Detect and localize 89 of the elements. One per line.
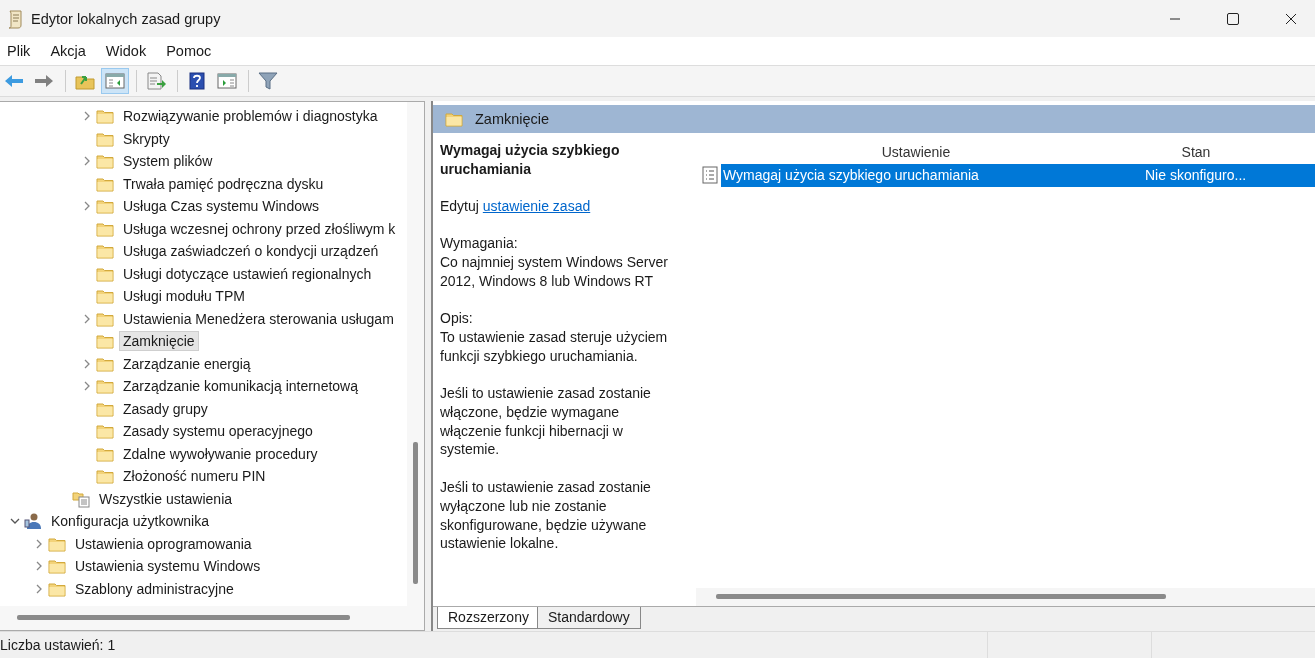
tree-item[interactable]: Trwała pamięć podręczna dysku [119, 173, 328, 194]
folder-icon [96, 243, 114, 260]
folder-icon [96, 130, 114, 147]
tree-item[interactable]: Zdalne wywoływanie procedury [119, 443, 322, 464]
folder-icon [96, 175, 114, 192]
chevron-right-icon[interactable] [34, 561, 44, 572]
chevron-right-icon[interactable] [82, 358, 92, 369]
folder-icon [96, 468, 114, 485]
tree-item[interactable]: Złożoność numeru PIN [119, 466, 270, 487]
tree-item[interactable]: Zarządzanie energią [119, 353, 255, 374]
close-icon[interactable] [1285, 12, 1297, 25]
tree-item[interactable]: Ustawienia systemu Windows [71, 556, 265, 577]
tree-item[interactable]: Ustawienia Menedżera sterowania usługam [119, 308, 398, 329]
filter-icon [258, 72, 278, 90]
chevron-right-icon[interactable] [82, 381, 92, 392]
description-text: Jeśli to ustawienie zasad zostanie wyłączone lub nie zostanie skonfigurowane, będzie używane ustawienie lokalne. [440, 478, 652, 553]
tree-item[interactable]: Usługa Czas systemu Windows [119, 196, 324, 217]
description-text: To ustawienie zasad steruje użyciem funkcji szybkiego uruchamiania. [440, 327, 669, 366]
back-arrow-icon [4, 73, 24, 89]
menu-item[interactable]: Plik [0, 43, 38, 59]
menu-item[interactable]: Akcja [43, 43, 93, 59]
tree-item[interactable]: Usługi dotyczące ustawień regionalnych [119, 263, 376, 284]
setting-row[interactable]: Wymagaj użycia szybkiego uruchamiania Nie skonfiguro... [721, 163, 1315, 187]
pane-icon [105, 73, 125, 89]
setting-icon [702, 166, 718, 184]
tree-item[interactable]: Zamknięcie [119, 331, 199, 352]
folder-icon [96, 310, 114, 327]
column-header[interactable]: Ustawienie [696, 144, 1136, 160]
folder-icon [96, 153, 114, 170]
section-title: Zamknięcie [475, 111, 550, 127]
folder-icon [96, 108, 114, 125]
column-header[interactable]: Stan [1136, 144, 1256, 160]
forward-arrow-icon [34, 73, 54, 89]
chevron-right-icon[interactable] [82, 156, 92, 167]
settings-list-icon [72, 489, 90, 508]
tree-item[interactable]: Usługa zaświadczeń o kondycji urządzeń [119, 241, 383, 262]
maximize-icon[interactable] [1227, 12, 1239, 25]
scrollbar-thumb[interactable] [413, 442, 418, 584]
scrollbar-thumb[interactable] [716, 594, 1166, 599]
tree-item[interactable]: Skrypty [119, 128, 174, 149]
tree-item[interactable]: Usługa wczesnej ochrony przed złośliwym k [119, 218, 400, 239]
requirements-label: Wymagania: [440, 234, 519, 253]
tree-item[interactable]: Szablony administracyjne [71, 578, 238, 599]
tree-item[interactable]: System plików [119, 151, 217, 172]
folder-icon [96, 378, 114, 395]
folder-icon [96, 288, 114, 305]
view-tab[interactable]: Standardowy [536, 607, 641, 629]
tree-item[interactable]: Zasady grupy [119, 398, 212, 419]
tree-item[interactable]: Usługi modułu TPM [119, 286, 249, 307]
chevron-right-icon[interactable] [82, 313, 92, 324]
tree-item[interactable]: Wszystkie ustawienia [95, 488, 237, 509]
export-list-icon [146, 72, 166, 90]
folder-icon [96, 333, 114, 350]
folder-icon [48, 558, 66, 575]
help-icon [189, 72, 205, 90]
folder-icon [48, 535, 66, 552]
folder-icon [96, 265, 114, 282]
tree-item[interactable]: Zasady systemu operacyjnego [119, 421, 317, 442]
tree-item[interactable]: Rozwiązywanie problemów i diagnostyka [119, 106, 382, 127]
status-text: Liczba ustawień: 1 [0, 637, 117, 653]
menu-item[interactable]: Pomoc [159, 43, 219, 59]
tree-item[interactable]: Konfiguracja użytkownika [47, 511, 213, 532]
tree-item[interactable]: Zarządzanie komunikacją internetową [119, 376, 362, 397]
policy-setting-link[interactable]: ustawienie zasad [482, 198, 591, 215]
chevron-right-icon[interactable] [82, 201, 92, 212]
folder-icon [96, 355, 114, 372]
window-title: Edytor lokalnych zasad grupy [31, 10, 222, 27]
edit-label: Edytuj [440, 198, 479, 215]
chevron-right-icon[interactable] [34, 538, 44, 549]
description-text: Jeśli to ustawienie zasad zostanie włączone, będzie wymagane włączenie funkcji hibernacji w systemie. [440, 384, 652, 460]
chevron-right-icon[interactable] [34, 583, 44, 594]
folder-icon [96, 445, 114, 462]
tree-item[interactable]: Ustawienia oprogramowania [71, 533, 256, 554]
folder-icon [96, 423, 114, 440]
folder-icon [96, 220, 114, 237]
chevron-right-icon[interactable] [82, 111, 92, 122]
setting-title: Wymagaj użycia szybkiego uruchamiania [440, 141, 621, 179]
folder-icon [96, 400, 114, 417]
folder-icon [48, 580, 66, 597]
user-icon [24, 512, 42, 531]
requirements-text: Co najmniej system Windows Server 2012, Windows 8 lub Windows RT [440, 252, 669, 291]
scroll-icon [6, 8, 24, 29]
folder-icon [96, 198, 114, 215]
pane-icon [217, 73, 237, 89]
folder-icon [445, 111, 463, 127]
menu-item[interactable]: Widok [98, 43, 154, 59]
scrollbar-thumb[interactable] [17, 615, 350, 620]
view-tab[interactable]: Rozszerzony [437, 607, 540, 629]
description-label: Opis: [440, 309, 474, 328]
